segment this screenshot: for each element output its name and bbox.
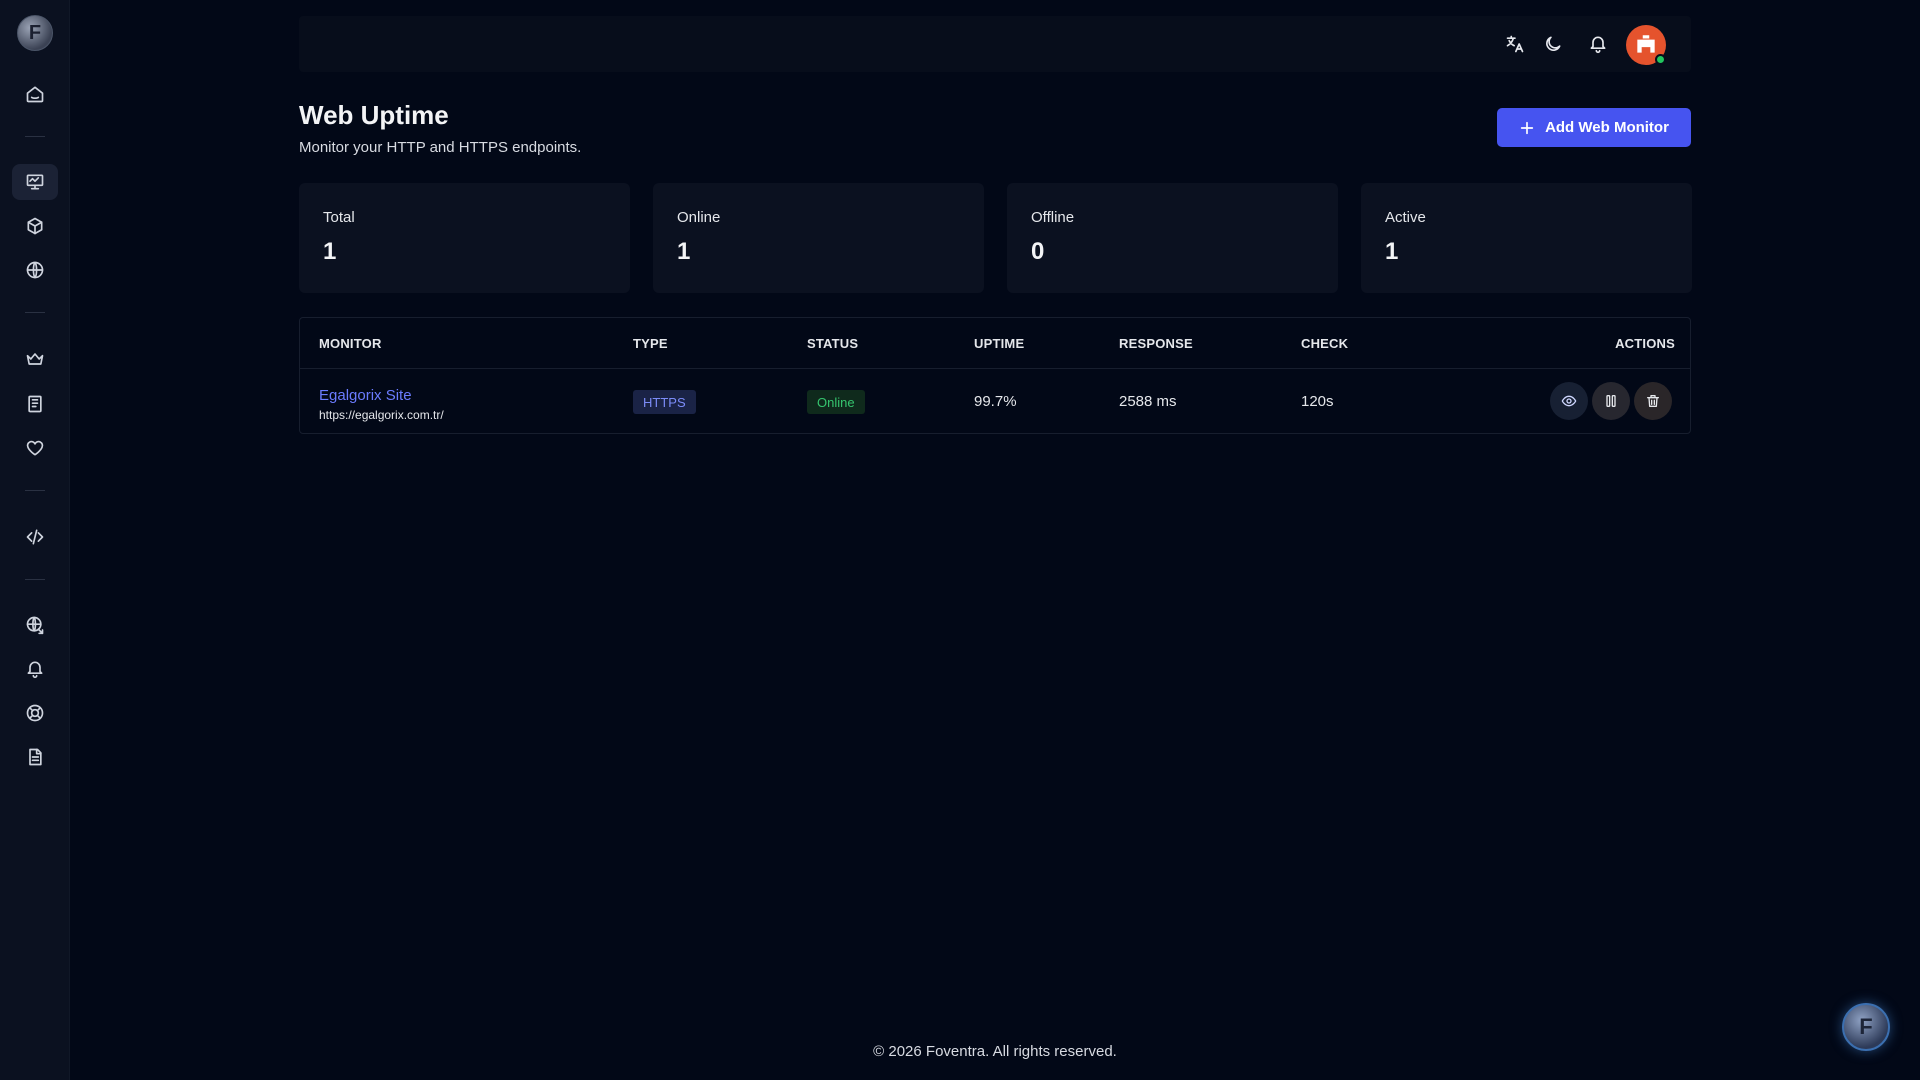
stat-label: Offline [1031, 209, 1075, 226]
column-header-monitor[interactable]: MONITOR [319, 336, 382, 351]
column-header-status[interactable]: STATUS [807, 336, 858, 351]
table-row[interactable]: Egalgorix Site https://egalgorix.com.tr/… [300, 369, 1690, 433]
eye-icon [1561, 395, 1577, 407]
sidebar-item-web[interactable] [12, 252, 58, 288]
moon-icon [1546, 36, 1561, 51]
bell-icon [1590, 36, 1606, 54]
online-status-dot [1655, 54, 1666, 65]
lifebuoy-icon [26, 704, 44, 722]
sidebar-item-favorites[interactable] [12, 430, 58, 466]
pause-monitor-button[interactable] [1592, 382, 1630, 420]
sidebar-item-api[interactable] [12, 519, 58, 555]
trash-icon [1647, 395, 1659, 407]
document-icon [29, 748, 42, 766]
bell-icon [27, 661, 43, 679]
column-header-actions: ACTIONS [1615, 336, 1675, 351]
monitors-table: MONITOR TYPE STATUS UPTIME RESPONSE CHEC… [299, 317, 1691, 434]
sidebar-item-documents[interactable] [12, 739, 58, 775]
footer-copyright: © 2026 Foventra. All rights reserved. [873, 1043, 1117, 1060]
check-interval-value: 120s [1301, 393, 1334, 410]
sidebar-item-support[interactable] [12, 695, 58, 731]
stat-value: 1 [677, 238, 691, 265]
stat-label: Active [1385, 209, 1426, 226]
assistant-fab-button[interactable]: F [1842, 1003, 1890, 1051]
sidebar-item-notifications[interactable] [12, 651, 58, 687]
theme-toggle-button[interactable] [1541, 32, 1565, 56]
add-web-monitor-button[interactable]: Add Web Monitor [1497, 108, 1691, 147]
sidebar-divider [25, 579, 45, 580]
stat-value: 1 [323, 238, 337, 265]
type-badge: HTTPS [633, 390, 696, 414]
translate-button[interactable] [1503, 32, 1527, 56]
avatar-figure-icon [1637, 35, 1655, 53]
plus-icon [1520, 121, 1534, 134]
top-bar [299, 16, 1691, 72]
globe-link-icon [26, 616, 44, 635]
table-header: MONITOR TYPE STATUS UPTIME RESPONSE CHEC… [300, 318, 1690, 369]
sidebar-item-monitors[interactable] [12, 164, 58, 200]
column-header-type[interactable]: TYPE [633, 336, 668, 351]
stat-card-offline: Offline 0 [1007, 183, 1338, 293]
sidebar: F [0, 0, 70, 1080]
globe-icon [26, 261, 44, 279]
status-badge: Online [807, 390, 865, 414]
sidebar-item-network[interactable] [12, 607, 58, 643]
sidebar-item-packages[interactable] [12, 208, 58, 244]
crown-icon [26, 353, 44, 365]
stat-card-online: Online 1 [653, 183, 984, 293]
box-icon [27, 217, 43, 235]
column-header-uptime[interactable]: UPTIME [974, 336, 1024, 351]
stat-value: 0 [1031, 238, 1045, 265]
sidebar-divider [25, 136, 45, 137]
sidebar-item-home[interactable] [12, 76, 58, 112]
translate-icon [1506, 35, 1524, 53]
heart-icon [26, 440, 44, 456]
column-header-check[interactable]: CHECK [1301, 336, 1348, 351]
sidebar-divider [25, 312, 45, 313]
page-subtitle: Monitor your HTTP and HTTPS endpoints. [299, 139, 582, 156]
app-logo[interactable]: F [17, 15, 53, 51]
notifications-button[interactable] [1586, 32, 1610, 56]
notebook-icon [28, 395, 42, 413]
monitor-url: https://egalgorix.com.tr/ [319, 408, 444, 422]
uptime-value: 99.7% [974, 393, 1017, 410]
stat-label: Online [677, 209, 721, 226]
code-icon [26, 529, 44, 545]
monitor-name-link[interactable]: Egalgorix Site [319, 387, 412, 404]
response-value: 2588 ms [1119, 393, 1177, 410]
view-monitor-button[interactable] [1550, 382, 1588, 420]
stat-card-active: Active 1 [1361, 183, 1692, 293]
column-header-response[interactable]: RESPONSE [1119, 336, 1193, 351]
stat-card-total: Total 1 [299, 183, 630, 293]
delete-monitor-button[interactable] [1634, 382, 1672, 420]
home-icon [26, 86, 44, 103]
sidebar-divider [25, 490, 45, 491]
stat-value: 1 [1385, 238, 1399, 265]
stat-label: Total [323, 209, 355, 226]
pause-icon [1606, 395, 1616, 407]
sidebar-item-premium[interactable] [12, 341, 58, 377]
page-title: Web Uptime [299, 100, 449, 130]
monitor-icon [26, 174, 44, 190]
user-avatar[interactable] [1626, 25, 1666, 65]
sidebar-item-logs[interactable] [12, 386, 58, 422]
add-web-monitor-label: Add Web Monitor [1545, 119, 1669, 136]
